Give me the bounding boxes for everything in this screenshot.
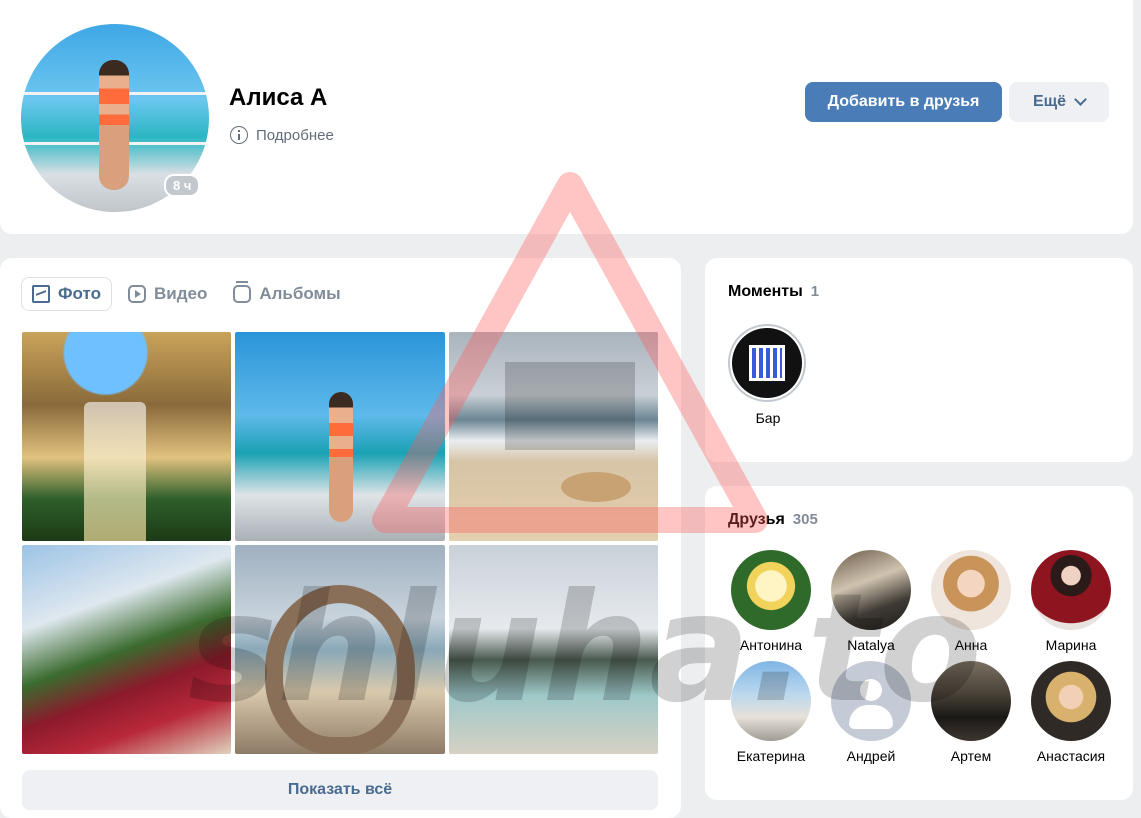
image-icon <box>32 285 50 303</box>
moment-ring <box>728 324 806 402</box>
profile-name: Алиса А <box>229 84 328 111</box>
friend-item[interactable]: Анастасия <box>1021 661 1121 764</box>
friend-item[interactable]: Антонина <box>721 550 821 653</box>
friend-item[interactable]: Андрей <box>821 661 921 764</box>
photo-detail <box>265 585 415 754</box>
friend-name: Анастасия <box>1036 748 1106 764</box>
show-all-button[interactable]: Показать всё <box>22 770 658 810</box>
friends-count: 305 <box>792 511 818 528</box>
friends-section: Друзья 305 Антонина Natalya Анна Марина … <box>705 486 1133 800</box>
details-link[interactable]: Подробнее <box>230 126 334 144</box>
photo-thumbnail[interactable] <box>449 332 658 541</box>
tab-label: Фото <box>58 284 101 303</box>
friends-grid: Антонина Natalya Анна Марина Екатерина А… <box>721 550 1121 764</box>
photo-thumbnail[interactable] <box>235 332 445 541</box>
avatar <box>1031 550 1111 630</box>
more-button[interactable]: Ещё <box>1009 82 1109 122</box>
media-tabs: Фото Видео Альбомы <box>21 277 351 311</box>
friend-name: Екатерина <box>736 748 806 764</box>
friend-item[interactable]: Natalya <box>821 550 921 653</box>
friend-name: Антонина <box>739 637 803 653</box>
avatar <box>731 550 811 630</box>
media-section: Фото Видео Альбомы Показать всё <box>0 258 681 818</box>
moment-preview <box>732 328 802 398</box>
chevron-down-icon <box>1074 93 1087 106</box>
photo-thumbnail[interactable] <box>449 545 658 754</box>
friend-item[interactable]: Анна <box>921 550 1021 653</box>
info-icon <box>230 126 248 144</box>
albums-icon <box>233 281 252 303</box>
tab-video[interactable]: Видео <box>118 277 217 311</box>
friends-title: Друзья <box>728 511 785 528</box>
photo-thumbnail[interactable] <box>22 545 231 754</box>
photo-detail <box>84 402 146 541</box>
video-icon <box>127 285 146 303</box>
photo-grid <box>22 332 658 755</box>
moment-label: Бар <box>755 410 781 426</box>
friend-name: Анна <box>954 637 988 653</box>
moment-item[interactable]: Бар <box>728 324 808 426</box>
avatar <box>831 550 911 630</box>
moments-header[interactable]: Моменты 1 <box>728 283 819 301</box>
profile-header: 8 ч Алиса А Подробнее Добавить в друзья … <box>0 0 1133 234</box>
photo-thumbnail[interactable] <box>235 545 445 754</box>
moments-title: Моменты <box>728 283 803 300</box>
moments-count: 1 <box>810 283 820 300</box>
photo-thumbnail[interactable] <box>22 332 231 541</box>
friend-item[interactable]: Марина <box>1021 550 1121 653</box>
friend-name: Андрей <box>846 748 896 764</box>
add-friend-button[interactable]: Добавить в друзья <box>805 82 1002 122</box>
photo-detail <box>329 392 353 522</box>
story-age-badge: 8 ч <box>164 174 201 197</box>
tab-photo[interactable]: Фото <box>21 277 112 311</box>
moments-section: Моменты 1 Бар <box>705 258 1133 462</box>
tab-albums[interactable]: Альбомы <box>223 277 350 311</box>
friend-item[interactable]: Артем <box>921 661 1021 764</box>
default-avatar-icon <box>831 661 911 741</box>
photo-detail <box>561 472 631 502</box>
friend-name: Natalya <box>847 637 895 653</box>
tab-label: Видео <box>153 284 208 303</box>
avatar <box>1031 661 1111 741</box>
friends-header[interactable]: Друзья 305 <box>728 511 818 529</box>
qr-code-icon <box>749 345 785 381</box>
friend-name: Артем <box>950 748 992 764</box>
tab-label: Альбомы <box>259 284 341 303</box>
avatar <box>931 550 1011 630</box>
details-label: Подробнее <box>256 126 334 144</box>
more-label: Ещё <box>1032 93 1067 110</box>
friend-name: Марина <box>1045 637 1097 653</box>
avatar <box>931 661 1011 741</box>
avatar <box>731 661 811 741</box>
friend-item[interactable]: Екатерина <box>721 661 821 764</box>
avatar-figure <box>99 60 129 190</box>
